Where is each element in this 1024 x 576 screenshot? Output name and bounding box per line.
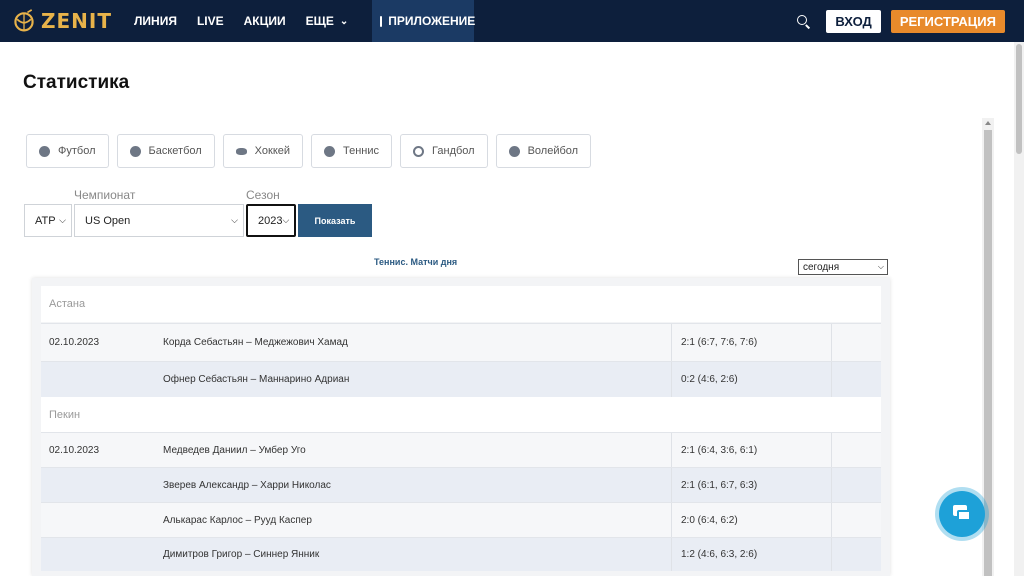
scroll-up-icon[interactable] (985, 121, 991, 125)
show-button[interactable]: Показать (298, 204, 372, 237)
tab-handball-label: Гандбол (432, 145, 475, 157)
championship-select[interactable]: US Open ⌵ (74, 204, 244, 237)
tab-tennis-label: Теннис (343, 145, 380, 157)
match-extra (832, 324, 881, 361)
nav-more-label: ЕЩЕ (305, 14, 334, 28)
tour-select[interactable]: ATP ⌵ (24, 204, 72, 237)
match-score: 2:1 (6:7, 7:6, 7:6) (672, 324, 832, 361)
header-actions: ВХОД РЕГИСТРАЦИЯ (796, 9, 1005, 33)
top-navigation-bar: ZENIT ЛИНИЯ LIVE АКЦИИ ЕЩЕ ⌄ ПРИЛОЖЕНИЕ … (0, 0, 1024, 42)
match-date (41, 362, 163, 397)
match-players: Димитров Григор – Синнер Янник (163, 538, 672, 571)
chevron-down-icon: ⌄ (339, 15, 349, 27)
chevron-down-icon: ⌵ (877, 262, 884, 271)
match-players: Медведев Даниил – Умбер Уго (163, 433, 672, 467)
tab-football[interactable]: Футбол (26, 134, 109, 168)
table-row[interactable]: Алькарас Карлос – Рууд Каспер 2:0 (6:4, … (41, 502, 881, 537)
match-score: 1:2 (4:6, 6:3, 2:6) (672, 538, 832, 571)
volleyball-icon (508, 145, 520, 157)
chevron-down-icon: ⌵ (282, 215, 290, 225)
chat-button[interactable] (939, 491, 985, 537)
logo-text: ZENIT (41, 9, 112, 33)
tab-basketball-label: Баскетбол (148, 145, 202, 157)
chevron-down-icon: ⌵ (231, 215, 238, 225)
match-players: Зверев Александр – Харри Николас (163, 468, 672, 502)
day-select-value: сегодня (803, 261, 840, 273)
match-extra (832, 362, 881, 397)
nav-app[interactable]: ПРИЛОЖЕНИЕ (372, 0, 476, 42)
match-players: Алькарас Карлос – Рууд Каспер (163, 503, 672, 537)
chat-icon-back (957, 510, 971, 521)
match-extra (832, 433, 881, 467)
match-extra (832, 503, 881, 537)
table-row[interactable]: Зверев Александр – Харри Николас 2:1 (6:… (41, 467, 881, 502)
page-scrollbar[interactable] (1014, 42, 1024, 576)
chevron-down-icon: ⌵ (59, 215, 66, 225)
tab-volleyball[interactable]: Волейбол (495, 134, 592, 168)
handball-icon (413, 145, 425, 157)
tab-football-label: Футбол (58, 145, 96, 157)
group-header: Астана (41, 286, 881, 322)
match-extra (832, 468, 881, 502)
page-scrollbar-thumb[interactable] (1016, 44, 1022, 154)
sport-tabs: Футбол Баскетбол Хоккей Теннис Гандбол В… (26, 134, 599, 168)
table-row[interactable]: Офнер Себастьян – Маннарино Адриан 0:2 (… (41, 361, 881, 397)
zenit-ball-icon (14, 9, 34, 32)
login-button[interactable]: ВХОД (826, 9, 881, 33)
main-nav: ЛИНИЯ LIVE АКЦИИ ЕЩЕ ⌄ ПРИЛОЖЕНИЕ (124, 0, 476, 42)
match-score: 2:1 (6:4, 3:6, 6:1) (672, 433, 832, 467)
season-select-value: 2023 (258, 214, 283, 227)
matches-caption: Теннис. Матчи дня (374, 257, 458, 267)
football-icon (39, 145, 50, 157)
match-players: Корда Себастьян – Меджежович Хамад (163, 324, 672, 361)
phone-icon (380, 15, 383, 27)
table-row[interactable]: 02.10.2023 Медведев Даниил – Умбер Уго 2… (41, 432, 881, 467)
table-row[interactable]: 02.10.2023 Корда Себастьян – Меджежович … (41, 323, 881, 361)
match-date (41, 468, 163, 502)
season-label: Сезон (246, 188, 280, 202)
nav-promotions[interactable]: АКЦИИ (234, 0, 296, 42)
nav-live[interactable]: LIVE (187, 0, 234, 42)
tab-basketball[interactable]: Баскетбол (116, 134, 215, 168)
match-date (41, 538, 163, 571)
register-button[interactable]: РЕГИСТРАЦИЯ (890, 9, 1005, 33)
tab-hockey[interactable]: Хоккей (222, 134, 304, 168)
nav-line[interactable]: ЛИНИЯ (124, 0, 187, 42)
match-extra (832, 538, 881, 571)
tab-handball[interactable]: Гандбол (400, 134, 488, 168)
nav-app-label: ПРИЛОЖЕНИЕ (388, 14, 476, 28)
table-row[interactable]: Димитров Григор – Синнер Янник 1:2 (4:6,… (41, 537, 881, 571)
group-header: Пекин (41, 397, 881, 433)
tour-select-value: ATP (35, 214, 56, 227)
page-title: Статистика (23, 72, 130, 93)
search-icon[interactable] (796, 14, 810, 28)
nav-more[interactable]: ЕЩЕ ⌄ (296, 0, 359, 42)
basketball-icon (129, 145, 141, 157)
season-select[interactable]: 2023 ⌵ (246, 204, 296, 237)
content-scrollbar-thumb[interactable] (984, 130, 992, 576)
tab-hockey-label: Хоккей (254, 145, 291, 157)
match-date: 02.10.2023 (49, 444, 100, 456)
match-score: 2:1 (6:1, 6:7, 6:3) (672, 468, 832, 502)
day-select[interactable]: сегодня ⌵ (798, 259, 888, 275)
tab-volleyball-label: Волейбол (527, 145, 579, 157)
tennis-icon (324, 145, 336, 157)
match-date (41, 503, 163, 537)
logo[interactable]: ZENIT (12, 7, 112, 35)
match-score: 2:0 (6:4, 6:2) (672, 503, 832, 537)
match-score: 0:2 (4:6, 2:6) (672, 362, 832, 397)
match-date: 02.10.2023 (49, 337, 100, 348)
championship-select-value: US Open (85, 214, 131, 227)
tab-tennis[interactable]: Теннис (311, 134, 393, 168)
hockey-icon (235, 147, 247, 155)
championship-label: Чемпионат (74, 188, 136, 202)
match-players: Офнер Себастьян – Маннарино Адриан (163, 362, 672, 397)
